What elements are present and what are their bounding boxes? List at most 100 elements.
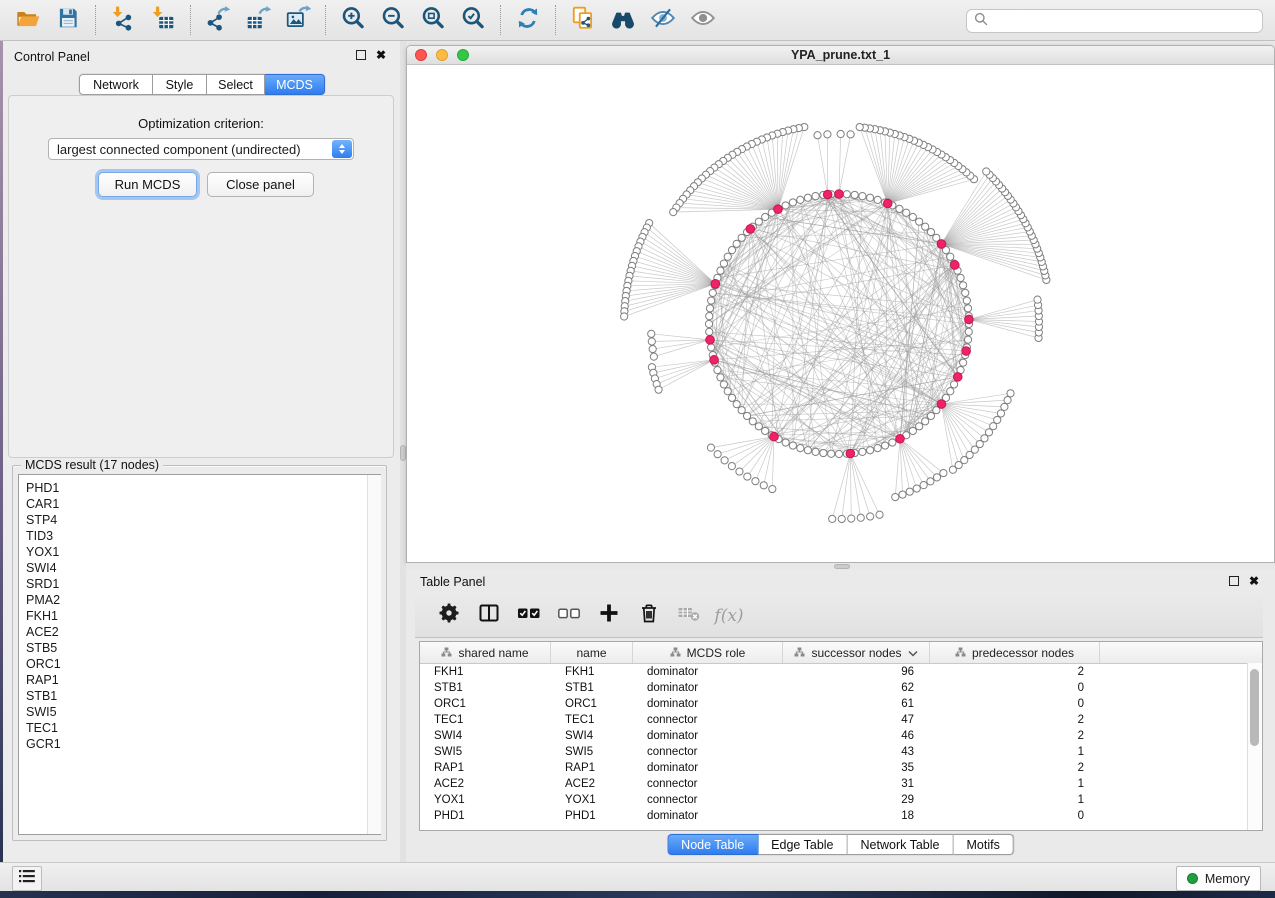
column-header-shared-name[interactable]: shared name bbox=[420, 642, 551, 663]
mcds-result-item[interactable]: TEC1 bbox=[26, 720, 380, 736]
checked-boxes-icon bbox=[517, 602, 541, 629]
delete-column-button[interactable] bbox=[629, 599, 669, 633]
export-image-button[interactable] bbox=[278, 3, 318, 37]
splitter-grip[interactable] bbox=[834, 564, 850, 569]
column-header-mcds-role[interactable]: MCDS role bbox=[633, 642, 783, 663]
mcds-result-item[interactable]: SWI4 bbox=[26, 560, 380, 576]
columns-icon bbox=[478, 602, 500, 629]
application-window: Control Panel ✖ Network Style Select MCD… bbox=[0, 0, 1275, 898]
zoom-fit-icon bbox=[420, 5, 446, 36]
table-row[interactable]: SWI4SWI4dominator462 bbox=[420, 728, 1262, 744]
node-table-header: shared name name MCDS role successor nod… bbox=[420, 642, 1262, 664]
tab-motifs[interactable]: Motifs bbox=[953, 834, 1013, 855]
table-row[interactable]: PHD1PHD1dominator180 bbox=[420, 808, 1262, 824]
mcds-result-item[interactable]: TID3 bbox=[26, 528, 380, 544]
close-panel-icon[interactable]: ✖ bbox=[376, 51, 386, 59]
cell-predecessor-nodes: 2 bbox=[930, 730, 1100, 742]
float-window-icon[interactable] bbox=[356, 50, 366, 60]
horizontal-splitter[interactable] bbox=[406, 563, 1275, 570]
memory-button[interactable]: Memory bbox=[1176, 866, 1261, 891]
tab-select[interactable]: Select bbox=[207, 74, 265, 95]
hide-selected-button[interactable] bbox=[643, 3, 683, 37]
select-all-button[interactable] bbox=[509, 599, 549, 633]
run-mcds-button[interactable]: Run MCDS bbox=[98, 172, 197, 197]
float-window-icon[interactable] bbox=[1229, 576, 1239, 586]
shared-column-icon bbox=[794, 646, 805, 660]
mcds-result-item[interactable]: STP4 bbox=[26, 512, 380, 528]
cell-predecessor-nodes: 1 bbox=[930, 746, 1100, 758]
eye-icon bbox=[690, 5, 716, 36]
tab-edge-table[interactable]: Edge Table bbox=[758, 834, 847, 855]
add-column-button[interactable] bbox=[589, 599, 629, 633]
task-history-button[interactable] bbox=[12, 866, 42, 891]
network-graph[interactable] bbox=[407, 65, 1274, 562]
sort-descending-icon bbox=[908, 646, 918, 660]
zoom-fit-button[interactable] bbox=[413, 3, 453, 37]
tab-network-table[interactable]: Network Table bbox=[848, 834, 954, 855]
show-all-button[interactable] bbox=[683, 3, 723, 37]
open-button[interactable] bbox=[8, 3, 48, 37]
import-network-button[interactable] bbox=[103, 3, 143, 37]
result-scrollbar[interactable] bbox=[367, 475, 381, 834]
tab-node-table[interactable]: Node Table bbox=[667, 834, 758, 855]
cell-shared-name: SWI5 bbox=[420, 746, 551, 758]
export-table-button[interactable] bbox=[238, 3, 278, 37]
mcds-result-item[interactable]: SRD1 bbox=[26, 576, 380, 592]
tab-network[interactable]: Network bbox=[79, 74, 153, 95]
tab-mcds[interactable]: MCDS bbox=[265, 74, 325, 95]
tab-style[interactable]: Style bbox=[153, 74, 207, 95]
search-input[interactable] bbox=[993, 13, 1262, 29]
zoom-out-button[interactable] bbox=[373, 3, 413, 37]
mcds-result-item[interactable]: STB5 bbox=[26, 640, 380, 656]
memory-status-icon bbox=[1187, 873, 1198, 884]
clone-network-button[interactable] bbox=[563, 3, 603, 37]
mcds-result-item[interactable]: PHD1 bbox=[26, 480, 380, 496]
table-row[interactable]: ORC1ORC1dominator610 bbox=[420, 696, 1262, 712]
column-header-name[interactable]: name bbox=[551, 642, 633, 663]
cell-shared-name: PHD1 bbox=[420, 810, 551, 822]
table-scrollbar[interactable] bbox=[1247, 663, 1262, 830]
close-panel-icon[interactable]: ✖ bbox=[1249, 577, 1259, 585]
table-row[interactable]: SWI5SWI5connector431 bbox=[420, 744, 1262, 760]
mcds-result-item[interactable]: FKH1 bbox=[26, 608, 380, 624]
import-table-button[interactable] bbox=[143, 3, 183, 37]
table-scrollbar-thumb[interactable] bbox=[1250, 669, 1259, 746]
table-row[interactable]: RAP1RAP1dominator352 bbox=[420, 760, 1262, 776]
delete-table-icon bbox=[677, 602, 701, 629]
table-row[interactable]: YOX1YOX1connector291 bbox=[420, 792, 1262, 808]
mcds-result-list: PHD1CAR1STP4TID3YOX1SWI4SRD1PMA2FKH1ACE2… bbox=[18, 474, 381, 835]
table-row[interactable]: ACE2ACE2connector311 bbox=[420, 776, 1262, 792]
search-binoculars-button[interactable] bbox=[603, 3, 643, 37]
mcds-result-item[interactable]: YOX1 bbox=[26, 544, 380, 560]
export-image-icon bbox=[285, 5, 311, 36]
table-row[interactable]: STB1STB1dominator620 bbox=[420, 680, 1262, 696]
table-options-button[interactable] bbox=[429, 599, 469, 633]
cell-mcds-role: connector bbox=[633, 794, 783, 806]
mcds-result-item[interactable]: CAR1 bbox=[26, 496, 380, 512]
cell-predecessor-nodes: 0 bbox=[930, 810, 1100, 822]
table-row[interactable]: TEC1TEC1connector472 bbox=[420, 712, 1262, 728]
table-row[interactable]: FKH1FKH1dominator962 bbox=[420, 664, 1262, 680]
column-header-predecessor-nodes[interactable]: predecessor nodes bbox=[930, 642, 1100, 663]
mcds-result-item[interactable]: ORC1 bbox=[26, 656, 380, 672]
mcds-result-item[interactable]: ACE2 bbox=[26, 624, 380, 640]
zoom-in-button[interactable] bbox=[333, 3, 373, 37]
search-field[interactable] bbox=[966, 9, 1263, 33]
mcds-result-item[interactable]: PMA2 bbox=[26, 592, 380, 608]
save-button[interactable] bbox=[48, 3, 88, 37]
binoculars-icon bbox=[610, 5, 636, 36]
refresh-button[interactable] bbox=[508, 3, 548, 37]
mcds-result-item[interactable]: STB1 bbox=[26, 688, 380, 704]
criterion-dropdown[interactable]: largest connected component (undirected) bbox=[48, 138, 354, 160]
zoom-selected-button[interactable] bbox=[453, 3, 493, 37]
export-network-button[interactable] bbox=[198, 3, 238, 37]
network-window-titlebar[interactable]: YPA_prune.txt_1 bbox=[407, 46, 1274, 65]
column-header-successor-nodes[interactable]: successor nodes bbox=[783, 642, 930, 663]
close-panel-button[interactable]: Close panel bbox=[207, 172, 314, 197]
deselect-all-button[interactable] bbox=[549, 599, 589, 633]
mcds-result-item[interactable]: SWI5 bbox=[26, 704, 380, 720]
show-columns-button[interactable] bbox=[469, 599, 509, 633]
mcds-result-group: MCDS result (17 nodes) PHD1CAR1STP4TID3Y… bbox=[12, 465, 387, 841]
mcds-result-item[interactable]: RAP1 bbox=[26, 672, 380, 688]
mcds-result-item[interactable]: GCR1 bbox=[26, 736, 380, 752]
